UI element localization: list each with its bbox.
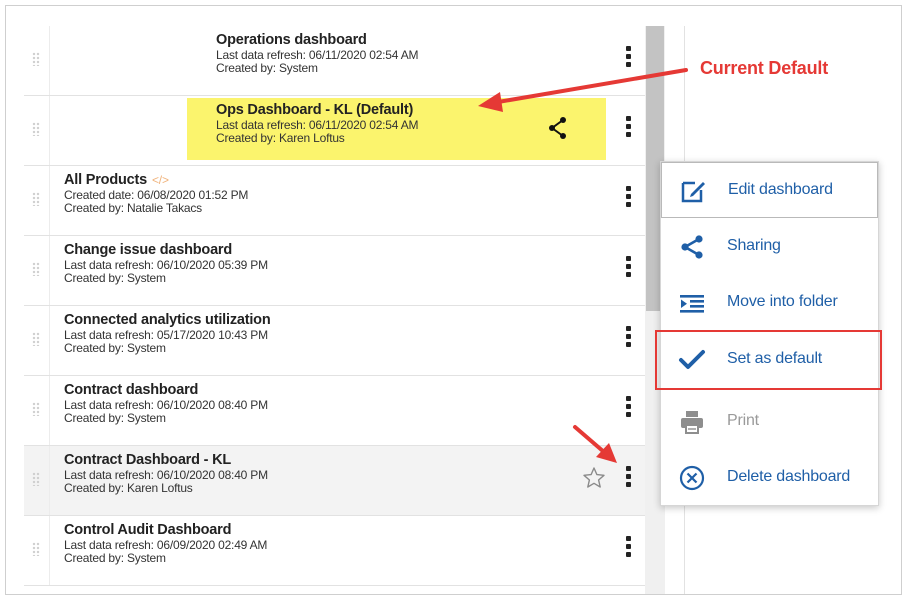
drag-handle[interactable]: [24, 516, 50, 585]
dashboard-title[interactable]: Control Audit Dashboard: [64, 522, 267, 539]
dashboard-creator: Created by: System: [64, 341, 166, 355]
list-item[interactable]: Ops Dashboard - KL (Default) Last data r…: [24, 96, 645, 166]
move-folder-icon: [680, 295, 704, 313]
more-options-icon[interactable]: [624, 46, 632, 72]
dashboard-list: Operations dashboard Last data refresh: …: [24, 26, 645, 594]
menu-item-label: Edit dashboard: [728, 181, 833, 198]
menu-item-set-as-default[interactable]: Set as default: [655, 330, 882, 390]
grip-icon: [32, 262, 40, 276]
list-item-info: Contract Dashboard - KL Last data refres…: [64, 452, 268, 495]
dashboard-title[interactable]: Contract dashboard: [64, 382, 268, 399]
menu-item-sharing[interactable]: Sharing: [661, 219, 878, 275]
menu-item-print[interactable]: Print: [661, 394, 878, 450]
list-item[interactable]: All Products </> Created date: 06/08/2020…: [24, 166, 645, 236]
list-item[interactable]: Contract dashboard Last data refresh: 06…: [24, 376, 645, 446]
dashboard-title[interactable]: Change issue dashboard: [64, 242, 268, 259]
list-item[interactable]: Operations dashboard Last data refresh: …: [24, 26, 645, 96]
list-item-info: Change issue dashboard Last data refresh…: [64, 242, 268, 285]
dashboard-title[interactable]: All Products: [64, 172, 147, 188]
list-item-info: Connected analytics utilization Last dat…: [64, 312, 271, 355]
grip-icon: [32, 472, 40, 486]
menu-item-label: Print: [727, 412, 759, 429]
more-options-icon[interactable]: [624, 256, 632, 282]
drag-handle[interactable]: [24, 376, 50, 445]
menu-item-label: Delete dashboard: [727, 468, 851, 485]
dashboard-title[interactable]: Contract Dashboard - KL: [64, 452, 268, 469]
list-item[interactable]: Change issue dashboard Last data refresh…: [24, 236, 645, 306]
list-item[interactable]: Contract Dashboard - KL Last data refres…: [24, 446, 645, 516]
drag-handle[interactable]: [24, 236, 50, 305]
menu-item-label: Move into folder: [727, 293, 838, 310]
grip-icon: [32, 402, 40, 416]
dashboard-creator: Created by: System: [216, 61, 318, 75]
share-icon[interactable]: [548, 116, 568, 140]
dashboard-creator: Created by: Karen Loftus: [64, 481, 193, 495]
list-item-info: Control Audit Dashboard Last data refres…: [64, 522, 267, 565]
drag-handle[interactable]: [24, 306, 50, 375]
delete-icon: [679, 465, 705, 491]
menu-item-edit-dashboard[interactable]: Edit dashboard: [661, 162, 878, 218]
dashboard-creator: Created by: Karen Loftus: [216, 131, 345, 145]
more-options-icon[interactable]: [624, 536, 632, 562]
edit-icon: [681, 181, 705, 203]
drag-handle[interactable]: [24, 166, 50, 235]
drag-handle[interactable]: [24, 446, 50, 515]
checkmark-icon: [679, 350, 705, 369]
more-options-icon[interactable]: [624, 326, 632, 352]
dashboard-creator: Created by: Natalie Takacs: [64, 201, 202, 215]
drag-handle[interactable]: [24, 26, 50, 95]
grip-icon: [32, 192, 40, 206]
dashboard-creator: Created by: System: [64, 411, 166, 425]
grip-icon: [32, 542, 40, 556]
dashboard-title-line: All Products </>: [64, 172, 248, 189]
dashboard-title[interactable]: Connected analytics utilization: [64, 312, 271, 329]
list-item-info: Operations dashboard Last data refresh: …: [216, 32, 419, 75]
share-icon: [681, 235, 703, 259]
dashboard-creator: Created by: System: [64, 551, 166, 565]
dashboard-creator: Created by: System: [64, 271, 166, 285]
dashboard-context-menu: Edit dashboard Sharing Move into folder …: [655, 161, 882, 506]
list-item-info: Ops Dashboard - KL (Default) Last data r…: [216, 102, 419, 145]
print-icon: [681, 411, 703, 434]
menu-item-label: Set as default: [727, 350, 823, 367]
list-item-info: All Products </> Created date: 06/08/2020…: [64, 172, 248, 215]
more-options-icon[interactable]: [624, 186, 632, 212]
code-icon: </>: [152, 173, 169, 187]
menu-item-label: Sharing: [727, 237, 781, 254]
grip-icon: [32, 122, 40, 136]
grip-icon: [32, 332, 40, 346]
drag-handle[interactable]: [24, 96, 50, 165]
grip-icon: [32, 52, 40, 66]
favorite-star-icon[interactable]: [582, 466, 606, 490]
menu-item-move-into-folder[interactable]: Move into folder: [661, 275, 878, 331]
dashboard-title[interactable]: Operations dashboard: [216, 32, 418, 49]
dashboard-title[interactable]: Ops Dashboard - KL (Default): [216, 102, 418, 119]
menu-item-delete-dashboard[interactable]: Delete dashboard: [661, 450, 878, 506]
list-item[interactable]: Connected analytics utilization Last dat…: [24, 306, 645, 376]
more-options-icon[interactable]: [624, 466, 632, 492]
list-item[interactable]: Control Audit Dashboard Last data refres…: [24, 516, 645, 586]
more-options-icon[interactable]: [624, 116, 632, 142]
more-options-icon[interactable]: [624, 396, 632, 422]
list-item-info: Contract dashboard Last data refresh: 06…: [64, 382, 268, 425]
current-default-callout: Current Default: [700, 58, 829, 78]
